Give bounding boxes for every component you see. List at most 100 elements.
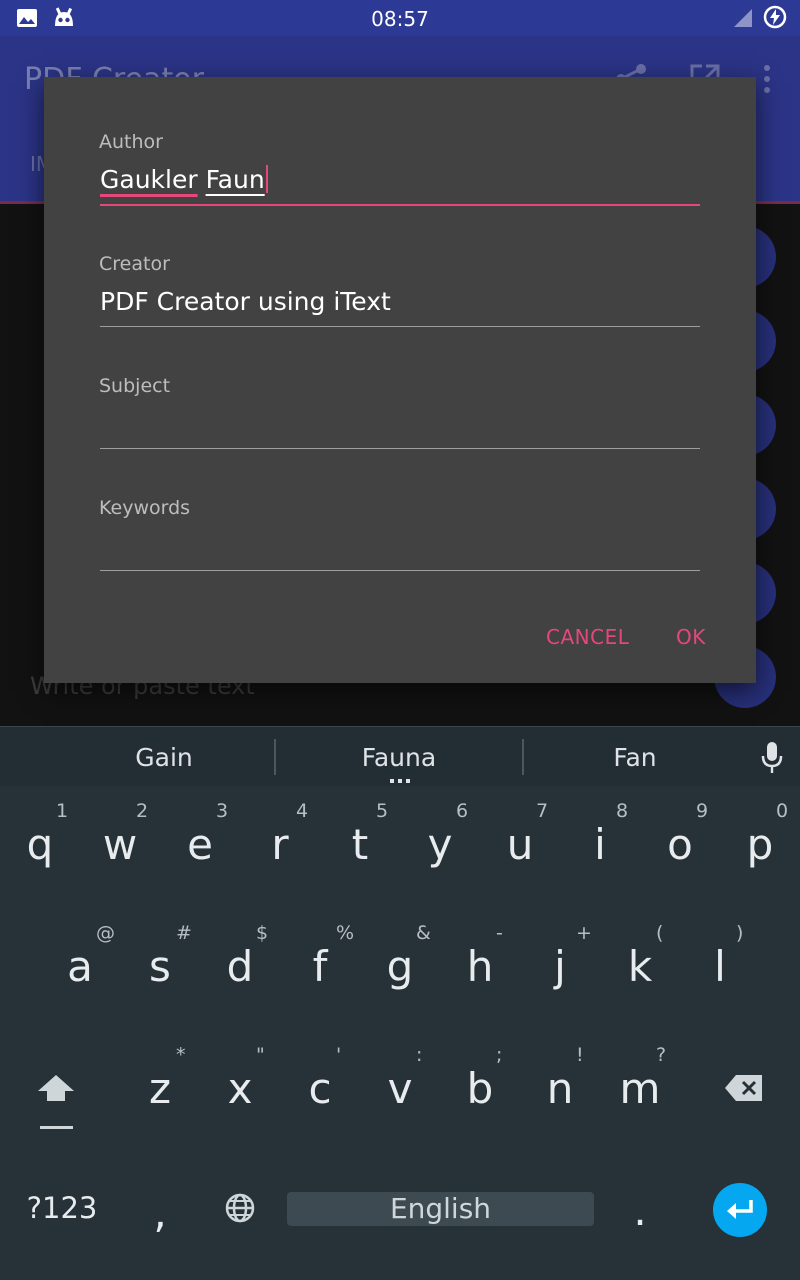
key-l[interactable]: ) l [684, 922, 756, 1002]
key-x[interactable]: " x [204, 1044, 276, 1124]
key-i[interactable]: 8i [564, 800, 636, 880]
key-label: s [149, 942, 171, 991]
key-label: p [746, 820, 774, 869]
key-label: x [227, 1064, 253, 1113]
creator-underline [100, 326, 700, 327]
author-word-2: Faun [205, 165, 265, 194]
key-p[interactable]: 0p [724, 800, 796, 880]
more-suggestions-icon[interactable] [388, 779, 412, 783]
soft-keyboard: Gain Fauna Fan 1q2w3e4r5t6y7u8i9o0p @ a # s… [0, 726, 800, 1280]
symbols-key-label: ?123 [26, 1191, 98, 1225]
key-hint-label: ! [576, 1044, 584, 1066]
suggestion-2[interactable]: Fauna [299, 743, 499, 772]
key-label: m [619, 1064, 661, 1113]
key-label: b [466, 1064, 494, 1113]
key-hint-label: 2 [136, 800, 149, 822]
key-z[interactable]: * z [124, 1044, 196, 1124]
key-y[interactable]: 6y [404, 800, 476, 880]
key-t[interactable]: 5t [324, 800, 396, 880]
key-v[interactable]: :v [364, 1044, 436, 1124]
key-label: c [308, 1064, 332, 1113]
key-label: g [386, 942, 414, 991]
key-label: e [187, 820, 213, 869]
enter-icon [727, 1200, 753, 1219]
key-hint-label: ? [656, 1044, 667, 1066]
key-hint-label: 8 [616, 800, 629, 822]
creator-label: Creator [99, 253, 170, 275]
suggestion-divider [522, 739, 524, 775]
author-field[interactable]: Author Gaukler Faun [99, 131, 700, 206]
suggestion-3[interactable]: Fan [535, 743, 735, 772]
key-m[interactable]: ? m [604, 1044, 676, 1124]
subject-label: Subject [99, 375, 171, 397]
key-label: w [102, 820, 138, 869]
key-hint-label: @ [96, 922, 115, 944]
key-label: a [67, 942, 93, 991]
key-k[interactable]: (k [604, 922, 676, 1002]
keywords-field[interactable]: Keywords [99, 497, 700, 571]
key-w[interactable]: 2w [84, 800, 156, 880]
enter-button[interactable] [713, 1183, 767, 1237]
clock: 08:57 [371, 7, 429, 31]
key-b[interactable]: ; b [444, 1044, 516, 1124]
key-hint-label: ; [496, 1044, 503, 1066]
key-label: y [427, 820, 453, 869]
key-h[interactable]: -h [444, 922, 516, 1002]
key-hint-label: : [416, 1044, 423, 1066]
author-input[interactable]: Gaukler Faun [100, 165, 268, 194]
key-hint-label: 9 [696, 800, 709, 822]
key-label: o [667, 820, 693, 869]
signal-icon [734, 9, 752, 27]
author-label: Author [99, 131, 163, 153]
battery-charging-icon [763, 5, 787, 29]
cancel-button[interactable]: CANCEL [546, 625, 629, 649]
key-hint-label: + [576, 922, 592, 944]
key-label: q [26, 820, 54, 869]
key-hint-label: % [336, 922, 355, 944]
key-label: i [594, 820, 606, 869]
key-o[interactable]: 9o [644, 800, 716, 880]
key-label: d [226, 942, 254, 991]
key-hint-label: ' [336, 1044, 342, 1066]
key-hint-label: $ [256, 922, 269, 944]
subject-field[interactable]: Subject [99, 375, 700, 449]
key-d[interactable]: $ d [204, 922, 276, 1002]
key-q[interactable]: 1q [4, 800, 76, 880]
key-hint-label: ) [736, 922, 744, 944]
suggestion-1[interactable]: Gain [64, 743, 264, 772]
key-g[interactable]: & g [364, 922, 436, 1002]
key-label: k [627, 942, 653, 991]
suggestion-divider [274, 739, 276, 775]
text-cursor [265, 165, 268, 193]
key-hint-label: - [496, 922, 503, 944]
key-label: z [148, 1064, 172, 1113]
microphone-icon[interactable] [760, 741, 784, 775]
key-hint-label: 3 [216, 800, 229, 822]
keywords-underline [100, 570, 700, 571]
backspace-icon[interactable] [724, 1074, 764, 1102]
creator-input[interactable]: PDF Creator using iText [100, 287, 391, 316]
status-bar: 08:57 [0, 0, 800, 36]
key-f[interactable]: % f [284, 922, 356, 1002]
key-u[interactable]: 7u [484, 800, 556, 880]
ok-button[interactable]: OK [676, 625, 706, 649]
key-e[interactable]: 3e [164, 800, 236, 880]
key-j[interactable]: + j [524, 922, 596, 1002]
key-c[interactable]: ' c [284, 1044, 356, 1124]
shift-icon[interactable] [37, 1072, 75, 1134]
key-label: r [271, 820, 289, 869]
key-hint-label: 6 [456, 800, 469, 822]
globe-icon[interactable] [224, 1192, 256, 1224]
creator-field[interactable]: Creator PDF Creator using iText [99, 253, 700, 327]
key-hint-label: 0 [776, 800, 789, 822]
period-key-label: . [633, 1186, 647, 1235]
key-label: n [546, 1064, 574, 1113]
key-n[interactable]: ! n [524, 1044, 596, 1124]
key-hint-label: 1 [56, 800, 69, 822]
overflow-menu-icon[interactable] [758, 62, 776, 96]
key-s[interactable]: # s [124, 922, 196, 1002]
key-a[interactable]: @ a [44, 922, 116, 1002]
key-r[interactable]: 4r [244, 800, 316, 880]
key-label: u [506, 820, 534, 869]
spacebar[interactable]: English [287, 1192, 594, 1226]
